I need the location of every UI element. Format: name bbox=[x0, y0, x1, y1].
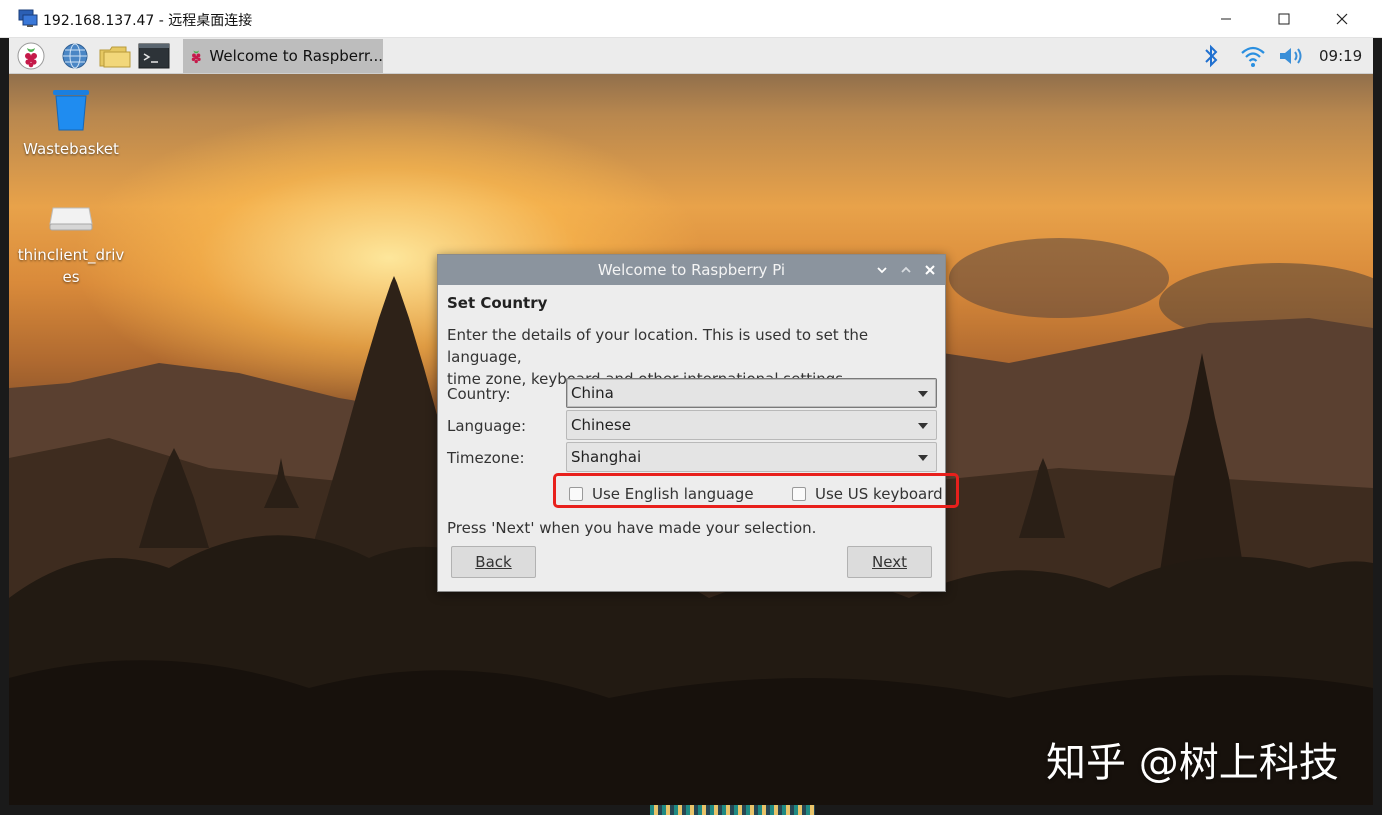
raspberry-menu-icon[interactable] bbox=[15, 41, 47, 71]
taskbar-item-welcome[interactable]: Welcome to Raspberr... bbox=[183, 39, 383, 73]
back-button[interactable]: Back bbox=[451, 546, 536, 578]
dialog-titlebar[interactable]: Welcome to Raspberry Pi bbox=[438, 255, 945, 285]
language-select[interactable]: Chinese bbox=[566, 410, 937, 440]
drive-icon bbox=[49, 207, 93, 231]
terminal-icon[interactable] bbox=[137, 41, 171, 71]
welcome-dialog: Welcome to Raspberry Pi Set Country Ente… bbox=[437, 254, 946, 592]
minimize-icon[interactable] bbox=[1197, 0, 1255, 38]
bluetooth-icon[interactable] bbox=[1203, 38, 1227, 74]
country-select[interactable]: China bbox=[566, 378, 937, 408]
timezone-label: Timezone: bbox=[447, 449, 525, 467]
dropdown-arrow-icon bbox=[918, 391, 928, 397]
desktop-icon-label: thinclient_driv bbox=[17, 246, 125, 264]
description-line: Enter the details of your location. This… bbox=[447, 326, 869, 366]
country-label: Country: bbox=[447, 385, 511, 403]
clock: 09:19 bbox=[1319, 47, 1363, 65]
language-label: Language: bbox=[447, 417, 527, 435]
annotation-highlight-box bbox=[553, 473, 959, 508]
rdp-titlebar: 192.168.137.47 - 远程桌面连接 bbox=[0, 0, 1382, 38]
close-icon[interactable] bbox=[1313, 0, 1371, 38]
language-value: Chinese bbox=[571, 416, 631, 434]
rdp-window-title: 192.168.137.47 - 远程桌面连接 bbox=[43, 13, 253, 29]
chevron-up-icon[interactable] bbox=[896, 260, 916, 280]
raspberry-icon bbox=[191, 50, 201, 64]
taskbar-panel: Welcome to Raspberr... 09:19 bbox=[9, 38, 1373, 74]
bottom-artwork bbox=[650, 805, 815, 815]
timezone-select[interactable]: Shanghai bbox=[566, 442, 937, 472]
wifi-icon[interactable] bbox=[1239, 38, 1269, 74]
taskbar-item-label: Welcome to Raspberr... bbox=[209, 47, 383, 65]
country-value: China bbox=[571, 384, 614, 402]
dialog-heading: Set Country bbox=[447, 294, 548, 312]
maximize-icon[interactable] bbox=[1255, 0, 1313, 38]
next-button[interactable]: Next bbox=[847, 546, 932, 578]
watermark: 知乎 @树上科技 bbox=[1046, 740, 1339, 786]
desktop-icon-label-cont: es bbox=[62, 268, 80, 286]
remote-desktop-icon bbox=[18, 9, 38, 27]
dialog-close-icon[interactable] bbox=[920, 260, 940, 280]
dropdown-arrow-icon bbox=[918, 423, 928, 429]
dropdown-arrow-icon bbox=[918, 455, 928, 461]
wastebasket-icon bbox=[53, 90, 89, 131]
dialog-title: Welcome to Raspberry Pi bbox=[597, 261, 786, 279]
file-manager-icon[interactable] bbox=[97, 41, 133, 71]
timezone-value: Shanghai bbox=[571, 448, 642, 466]
chevron-down-icon[interactable] bbox=[872, 260, 892, 280]
dialog-note: Press 'Next' when you have made your sel… bbox=[447, 519, 817, 537]
web-browser-icon[interactable] bbox=[59, 41, 91, 71]
desktop-icon-label: Wastebasket bbox=[23, 140, 119, 158]
desktop-icon-thinclient-drives[interactable]: thinclient_driv es bbox=[16, 200, 126, 288]
desktop-icon-wastebasket[interactable]: Wastebasket bbox=[16, 88, 126, 160]
volume-icon[interactable] bbox=[1277, 38, 1309, 74]
